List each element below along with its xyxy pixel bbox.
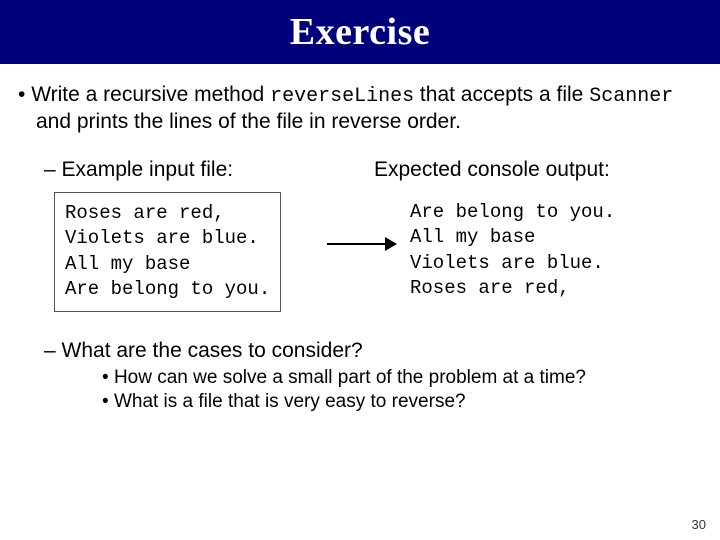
subq2: What is a file that is very easy to reve…: [102, 390, 702, 414]
method-name: reverseLines: [270, 85, 414, 108]
sub-question-list: How can we solve a small part of the pro…: [62, 366, 702, 414]
main-bullet: Write a recursive method reverseLines th…: [18, 82, 702, 135]
title-bar: Exercise: [0, 0, 720, 64]
slide-title: Exercise: [290, 10, 430, 54]
cases-question: What are the cases to consider? How can …: [44, 338, 702, 414]
bullet-lead: Write a recursive method: [31, 83, 270, 106]
example-label: Example input file:: [62, 158, 234, 181]
output-code: Are belong to you. All my base Violets a…: [410, 192, 702, 303]
example-header-row: – Example input file: Expected console o…: [44, 157, 702, 183]
slide: Exercise Write a recursive method revers…: [0, 0, 720, 540]
question-list: What are the cases to consider? How can …: [18, 338, 702, 414]
main-bullet-list: Write a recursive method reverseLines th…: [18, 82, 702, 135]
input-column: Roses are red, Violets are blue. All my …: [54, 192, 314, 313]
expected-label-wrap: Expected console output:: [374, 157, 702, 183]
bullet-mid: that accepts a file: [414, 83, 589, 106]
slide-body: Write a recursive method reverseLines th…: [0, 64, 720, 414]
bullet-tail: and prints the lines of the file in reve…: [36, 110, 461, 133]
class-name: Scanner: [589, 85, 673, 108]
expected-label: Expected console output:: [374, 158, 610, 181]
input-code-box: Roses are red, Violets are blue. All my …: [54, 192, 281, 313]
arrow-icon: [327, 240, 397, 248]
output-column: Are belong to you. All my base Violets a…: [410, 192, 702, 303]
cases-question-text: What are the cases to consider?: [62, 339, 363, 362]
subq1: How can we solve a small part of the pro…: [102, 366, 702, 390]
arrow-column: [314, 192, 410, 248]
example-row: Roses are red, Violets are blue. All my …: [54, 192, 702, 313]
example-label-wrap: – Example input file:: [44, 157, 374, 183]
page-number: 30: [692, 517, 706, 532]
